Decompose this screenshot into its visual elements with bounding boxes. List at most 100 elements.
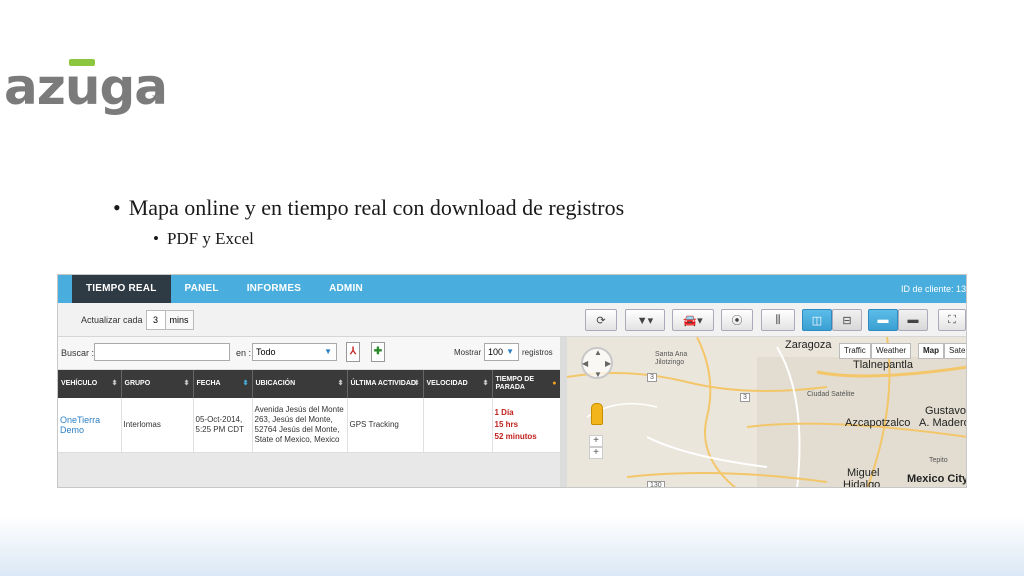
map-road-shield: 130: [647, 481, 665, 487]
info-icon: ●: [552, 380, 557, 387]
map-label-azcapotzalco: Azcapotzalco: [845, 417, 911, 429]
fence-icon: ⫼: [775, 313, 781, 326]
sort-icon: ⬍: [482, 380, 489, 387]
map-label-tepito: Tepito: [929, 457, 948, 464]
fullscreen-icon: ⛶: [948, 313, 956, 326]
map-label-gustavo: Gustavo: [925, 405, 966, 417]
column-header-speed[interactable]: VELOCIDAD ⬍: [423, 370, 493, 398]
bullet-sub: • PDF y Excel: [153, 229, 254, 248]
pan-down-icon[interactable]: ▼: [594, 370, 602, 379]
search-row: Buscar : en : Todo ▼ ⅄ ✚ Mostrar 100 ▼ r…: [58, 337, 560, 370]
column-header-vehicle[interactable]: VEHÍCULO ⬍: [58, 370, 122, 398]
location-button[interactable]: ⦿: [721, 309, 753, 331]
map-label-mexico-city: Mexico City: [907, 473, 967, 485]
pan-left-icon[interactable]: ◀: [582, 359, 588, 368]
car-icon: 🚘▾: [683, 314, 703, 327]
map-type-satellite-button[interactable]: Satelli: [944, 343, 966, 359]
excel-export-icon[interactable]: ✚: [371, 342, 385, 362]
pan-up-icon[interactable]: ▲: [594, 348, 602, 357]
toolbar: Actualizar cada 3 mins ⟳ ▼▾ 🚘▾ ⦿ ⫼ ◫ ⊟ ▬…: [58, 303, 966, 337]
search-scope-select[interactable]: Todo ▼: [252, 343, 337, 361]
marker-small-icon: ▬: [877, 314, 889, 326]
map-road-shield: 3: [740, 393, 750, 402]
records-per-page-select[interactable]: 100 ▼: [484, 343, 519, 361]
pdf-export-icon[interactable]: ⅄: [346, 342, 360, 362]
map-label-hidalgo: Hidalgo: [843, 479, 881, 488]
refresh-button[interactable]: ⟳: [585, 309, 617, 331]
refresh-interval-input[interactable]: 3: [145, 309, 166, 330]
cell-vehicle[interactable]: OneTierra Demo: [58, 398, 122, 453]
map-view[interactable]: ▲ ◀ ▶ ▼ + + Traffic Weather Map Satelli …: [567, 337, 967, 488]
vehicle-button[interactable]: 🚘▾: [672, 309, 714, 331]
records-label: registros: [522, 348, 553, 357]
marker-large-button[interactable]: ▬: [898, 309, 928, 331]
column-header-stop-time[interactable]: TIEMPO DE PARADA ●: [492, 370, 561, 398]
refresh-label: Actualizar cada: [81, 314, 143, 325]
cell-group: Interlomas: [121, 398, 194, 453]
tab-panel[interactable]: PANEL: [171, 275, 233, 303]
filter-icon: ▼▾: [636, 314, 654, 327]
map-label-miguel: Miguel: [847, 467, 880, 479]
split-horizontal-icon: ⊟: [842, 314, 852, 327]
marker-small-button[interactable]: ▬: [868, 309, 898, 331]
panel-divider[interactable]: [560, 337, 567, 487]
filter-button[interactable]: ▼▾: [625, 309, 665, 331]
cell-activity: GPS Tracking: [347, 398, 424, 453]
table-row[interactable]: OneTierra Demo Interlomas 05-Oct-2014, 5…: [58, 398, 561, 453]
fullscreen-button[interactable]: ⛶: [938, 309, 966, 331]
cell-speed: [423, 398, 493, 453]
map-label-santa-ana: Santa Ana: [655, 351, 688, 358]
logo-trademark: TM: [152, 96, 161, 102]
bullet-main: • Mapa online y en tiempo real con downlo…: [113, 195, 625, 220]
split-vertical-button[interactable]: ◫: [802, 309, 832, 331]
azuga-logo: az uga TM: [4, 59, 168, 112]
sort-icon: ⬍: [413, 380, 420, 387]
map-label-tlalnepantla: Tlalnepantla: [853, 359, 913, 371]
sort-icon: ⬍: [242, 380, 249, 387]
tab-tiempo-real[interactable]: TIEMPO REAL: [72, 275, 171, 303]
app-screenshot: TIEMPO REAL PANEL INFORMES ADMIN ID de c…: [57, 274, 967, 488]
sort-icon: ⬍: [111, 380, 118, 387]
tab-admin[interactable]: ADMIN: [315, 275, 377, 303]
map-pan-control[interactable]: ▲ ◀ ▶ ▼: [581, 347, 613, 379]
map-weather-button[interactable]: Weather: [871, 343, 912, 359]
column-header-location[interactable]: UBICACIÓN ⬍: [252, 370, 348, 398]
column-header-activity[interactable]: ÚLTIMA ACTIVIDAD ⬍: [347, 370, 424, 398]
search-scope-label: en :: [236, 348, 252, 358]
logo-accent: [68, 59, 96, 66]
column-header-group[interactable]: GRUPO ⬍: [121, 370, 194, 398]
zoom-in-button[interactable]: +: [589, 435, 603, 447]
sort-icon: ⬍: [183, 380, 190, 387]
geofence-button[interactable]: ⫼: [761, 309, 795, 331]
map-traffic-button[interactable]: Traffic: [839, 343, 871, 359]
pan-right-icon[interactable]: ▶: [605, 359, 611, 368]
marker-large-icon: ▬: [907, 314, 919, 326]
map-type-map-button[interactable]: Map: [918, 343, 944, 359]
split-horizontal-button[interactable]: ⊟: [832, 309, 862, 331]
search-input[interactable]: [94, 343, 230, 361]
street-view-pegman-icon[interactable]: [591, 403, 603, 425]
zoom-out-button[interactable]: +: [589, 447, 603, 459]
map-label-jilotzingo: Jilotzingo: [655, 359, 685, 366]
logo-text: az uga: [4, 58, 168, 116]
refresh-icon: ⟳: [596, 314, 606, 327]
client-id: ID de cliente: 13: [900, 284, 966, 294]
search-label: Buscar :: [61, 348, 95, 358]
chevron-down-icon: ▼: [506, 347, 514, 356]
map-road-shield: 3: [647, 373, 657, 382]
cell-stop-time: 1 Día 15 hrs 52 minutos: [492, 398, 561, 453]
map-label-madero: A. Madero: [919, 417, 967, 429]
show-label: Mostrar: [454, 348, 482, 357]
refresh-unit: mins: [165, 309, 194, 330]
pin-icon: ⦿: [731, 315, 743, 327]
cell-date: 05-Oct-2014, 5:25 PM CDT: [193, 398, 253, 453]
map-label-ciudad-satelite: Ciudad Satélite: [807, 391, 855, 398]
column-header-date[interactable]: FECHA ⬍: [193, 370, 253, 398]
vehicle-table: VEHÍCULO ⬍ GRUPO ⬍ FECHA ⬍ UBICACIÓN ⬍ ÚLTIM…: [58, 370, 561, 453]
footer-gradient: [0, 516, 1024, 576]
tab-informes[interactable]: INFORMES: [233, 275, 315, 303]
sort-icon: ⬍: [337, 380, 344, 387]
chevron-down-icon: ▼: [324, 347, 332, 356]
split-vertical-icon: ◫: [811, 314, 823, 327]
vehicle-list-panel: Buscar : en : Todo ▼ ⅄ ✚ Mostrar 100 ▼ r…: [58, 337, 561, 487]
